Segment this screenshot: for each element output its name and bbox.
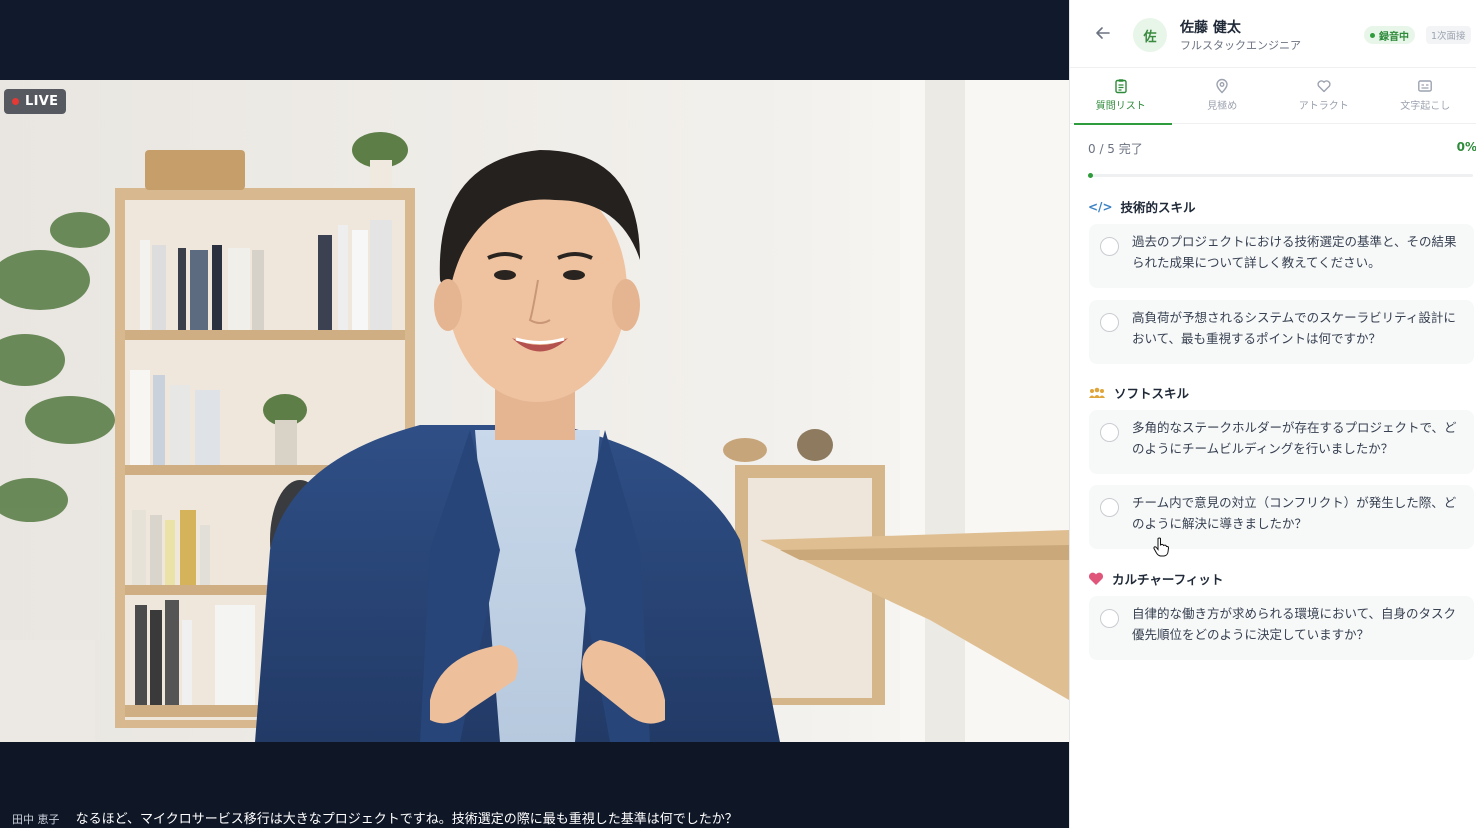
subtitle-speaker: 田中 恵子 — [12, 813, 60, 826]
section-culture-fit: カルチャーフィット — [1088, 569, 1223, 588]
tab-label: 見極め — [1207, 101, 1238, 112]
location-pin-icon — [1216, 78, 1228, 94]
code-icon: </> — [1088, 199, 1113, 214]
interview-round-badge: 1次面接 — [1426, 26, 1471, 44]
hand-cursor-icon — [1153, 537, 1169, 557]
recording-label: 録音中 — [1379, 31, 1409, 43]
question-card[interactable]: チーム内で意見の対立（コンフリクト）が発生した際、どのように解決に導きましたか？ — [1089, 485, 1474, 549]
question-card[interactable]: 自律的な働き方が求められる環境において、自身のタスク優先順位をどのように決定して… — [1089, 596, 1474, 660]
interview-panel: 佐 佐藤 健太 フルスタックエンジニア 録音中 1次面接 質問リスト 見極め ア… — [1069, 0, 1476, 828]
heart-icon — [1088, 572, 1104, 585]
question-checkbox[interactable] — [1100, 609, 1119, 628]
question-card[interactable]: 多角的なステークホルダーが存在するプロジェクトで、どのようにチームビルディングを… — [1089, 410, 1474, 474]
recording-dot-icon — [1370, 32, 1375, 38]
section-title: カルチャーフィット — [1112, 572, 1224, 587]
live-dot-icon — [12, 98, 19, 105]
question-card[interactable]: 過去のプロジェクトにおける技術選定の基準と、その結果られた成果について詳しく教え… — [1089, 224, 1474, 288]
interview-app: LIVE 田中 恵子 なるほど、マイクロサービス移行は大きなプロジェクトですね。… — [0, 0, 1476, 828]
section-title: 技術的スキル — [1120, 200, 1196, 215]
back-arrow-icon[interactable] — [1094, 24, 1112, 42]
section-technical-skills: </> 技術的スキル — [1088, 197, 1196, 216]
question-checkbox[interactable] — [1100, 498, 1119, 517]
tab-attract[interactable]: アトラクト — [1273, 68, 1375, 124]
question-checkbox[interactable] — [1100, 313, 1119, 332]
tab-label: アトラクト — [1298, 101, 1349, 112]
video-feed — [0, 80, 1069, 742]
video-scene — [0, 80, 1069, 742]
tab-question-list[interactable]: 質問リスト — [1070, 68, 1172, 125]
question-checkbox[interactable] — [1100, 237, 1119, 256]
section-soft-skills: ソフトスキル — [1088, 383, 1189, 402]
video-area: LIVE 田中 恵子 なるほど、マイクロサービス移行は大きなプロジェクトですね。… — [0, 0, 1069, 828]
question-text: チーム内で意見の対立（コンフリクト）が発生した際、どのように解決に導きましたか？ — [1132, 495, 1457, 531]
progress-fill — [1088, 173, 1093, 178]
panel-header: 佐 佐藤 健太 フルスタックエンジニア 録音中 1次面接 — [1070, 0, 1476, 68]
candidate-role: フルスタックエンジニア — [1180, 39, 1301, 52]
progress-percent: 0% — [1456, 140, 1476, 154]
caption-icon — [1418, 80, 1433, 92]
subtitle-text: なるほど、マイクロサービス移行は大きなプロジェクトですね。技術選定の際に最も重視… — [75, 812, 738, 827]
tab-transcript[interactable]: 文字起こし — [1375, 68, 1476, 124]
subtitle-line: 田中 恵子 なるほど、マイクロサービス移行は大きなプロジェクトですね。技術選定の… — [12, 808, 738, 827]
candidate-name: 佐藤 健太 — [1180, 20, 1241, 36]
question-text: 過去のプロジェクトにおける技術選定の基準と、その結果られた成果について詳しく教え… — [1132, 234, 1457, 270]
question-text: 高負荷が予想されるシステムでのスケーラビリティ設計において、最も重視するポイント… — [1132, 310, 1456, 346]
question-text: 自律的な働き方が求められる環境において、自身のタスク優先順位をどのように決定して… — [1132, 606, 1457, 642]
recording-badge: 録音中 — [1364, 26, 1415, 44]
avatar: 佐 — [1133, 18, 1167, 52]
live-label: LIVE — [25, 94, 59, 109]
section-title: ソフトスキル — [1114, 386, 1190, 401]
clipboard-icon — [1115, 79, 1127, 94]
question-checkbox[interactable] — [1100, 423, 1119, 442]
heart-icon — [1317, 80, 1331, 93]
question-card[interactable]: 高負荷が予想されるシステムでのスケーラビリティ設計において、最も重視するポイント… — [1089, 300, 1474, 364]
panel-tabs: 質問リスト 見極め アトラクト 文字起こし — [1070, 68, 1476, 125]
progress-bar — [1088, 173, 1473, 178]
team-icon — [1089, 387, 1105, 398]
progress-row: 0 / 5 完了 0% — [1088, 140, 1476, 157]
live-badge: LIVE — [4, 89, 67, 114]
question-text: 多角的なステークホルダーが存在するプロジェクトで、どのようにチームビルディングを… — [1132, 420, 1457, 456]
progress-label: 0 / 5 完了 — [1088, 142, 1143, 156]
tab-label: 質問リスト — [1095, 101, 1146, 112]
tab-label: 文字起こし — [1400, 101, 1451, 112]
tab-assessment[interactable]: 見極め — [1172, 68, 1274, 124]
